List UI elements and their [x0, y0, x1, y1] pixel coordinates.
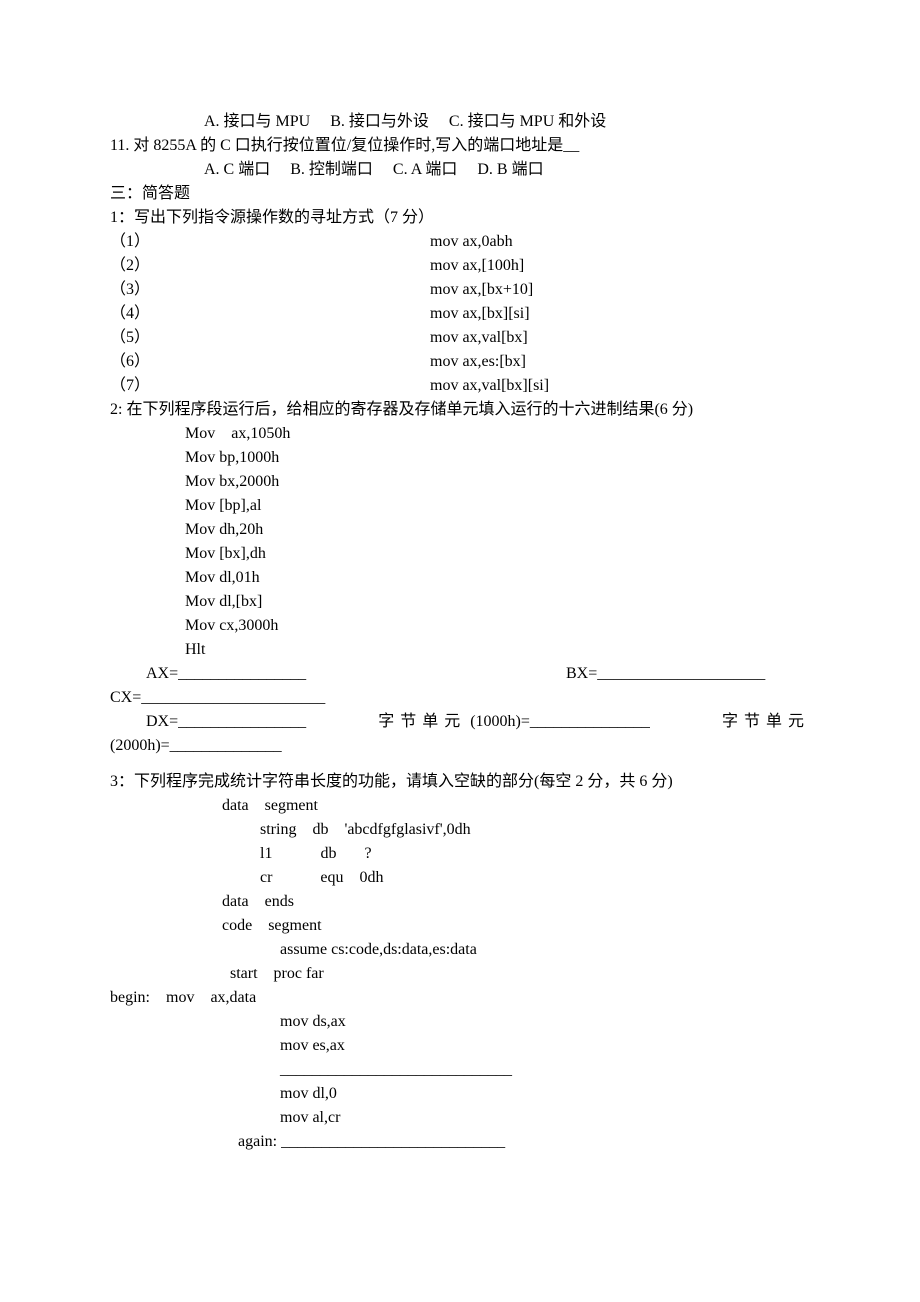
- q3-3-code-l11: mov es,ax: [110, 1034, 810, 1058]
- q3-2-ax: AX=________________: [110, 662, 566, 686]
- q3-3-code-l13: mov dl,0: [110, 1082, 810, 1106]
- q3-2-b2-pre: 字节单元: [722, 713, 810, 730]
- q3-1: 1：写出下列指令源操作数的寻址方式（7 分）: [110, 206, 810, 230]
- q3-2-b2-suf: (2000h)=______________: [110, 734, 810, 758]
- q3-2-code-l10: Hlt: [110, 638, 810, 662]
- q3-2-code-l3: Mov bx,2000h: [110, 470, 810, 494]
- q3-2: 2: 在下列程序段运行后，给相应的寄存器及存储单元填入运行的十六进制结果(6 分…: [110, 398, 810, 422]
- q3-1-row-7-right: mov ax,val[bx][si]: [430, 374, 810, 398]
- q3-1-row-1-left: （1）: [110, 230, 430, 254]
- q3-2-bx: BX=_____________________: [566, 662, 765, 686]
- q3-1-row-6: （6） mov ax,es:[bx]: [110, 350, 810, 374]
- q3-1-row-4-left: （4）: [110, 302, 430, 326]
- q3-3-code-l2: string db 'abcdfgfglasivf',0dh: [110, 818, 810, 842]
- q3-3-code-l15: again: ____________________________: [110, 1130, 810, 1154]
- q3-3-code-l5: data ends: [110, 890, 810, 914]
- q3-1-row-3: （3） mov ax,[bx+10]: [110, 278, 810, 302]
- q3-3-code-l4: cr equ 0dh: [110, 866, 810, 890]
- q3-1-row-1-right: mov ax,0abh: [430, 230, 810, 254]
- q3-2-b1-pre: 字节单元: [378, 713, 466, 730]
- q3-3-code-l14: mov al,cr: [110, 1106, 810, 1130]
- q3-1-row-4: （4） mov ax,[bx][si]: [110, 302, 810, 326]
- section3-heading: 三：简答题: [110, 182, 810, 206]
- q3-2-code-l4: Mov [bp],al: [110, 494, 810, 518]
- q3-2-code-l6: Mov [bx],dh: [110, 542, 810, 566]
- q3-2-cx: CX=_______________________: [110, 686, 810, 710]
- q3-3-code-l10: mov ds,ax: [110, 1010, 810, 1034]
- q3-1-row-7: （7） mov ax,val[bx][si]: [110, 374, 810, 398]
- q3-3-code-l1: data segment: [110, 794, 810, 818]
- q3-2-code-l2: Mov bp,1000h: [110, 446, 810, 470]
- q3-3-code-l3: l1 db ?: [110, 842, 810, 866]
- q3-3-code-l6: code segment: [110, 914, 810, 938]
- q3-2-dx-pre: DX=: [146, 713, 178, 730]
- q3-1-row-6-left: （6）: [110, 350, 430, 374]
- q3-1-row-3-left: （3）: [110, 278, 430, 302]
- q3-2-dx-suf: ________________: [178, 713, 306, 730]
- q3-1-row-2-left: （2）: [110, 254, 430, 278]
- q3-2-b1-suf: (1000h)=_______________: [470, 713, 650, 730]
- q3-1-row-5-left: （5）: [110, 326, 430, 350]
- q3-1-row-4-right: mov ax,[bx][si]: [430, 302, 810, 326]
- q3-3-code-l12: _____________________________: [110, 1058, 810, 1082]
- q3-1-row-6-right: mov ax,es:[bx]: [430, 350, 810, 374]
- q3-2-code-l8: Mov dl,[bx]: [110, 590, 810, 614]
- q11-options: A. C 端口 B. 控制端口 C. A 端口 D. B 端口: [110, 158, 810, 182]
- q3-1-row-7-left: （7）: [110, 374, 430, 398]
- q3-2-code-l7: Mov dl,01h: [110, 566, 810, 590]
- q3-2-code-l9: Mov cx,3000h: [110, 614, 810, 638]
- q3-2-ans-row1: AX=________________ BX=_________________…: [110, 662, 810, 686]
- q3-2-code-l1: Mov ax,1050h: [110, 422, 810, 446]
- q3-3: 3：下列程序完成统计字符串长度的功能，请填入空缺的部分(每空 2 分，共 6 分…: [110, 770, 810, 794]
- q3-1-row-5: （5） mov ax,val[bx]: [110, 326, 810, 350]
- q3-1-row-2: （2） mov ax,[100h]: [110, 254, 810, 278]
- q3-1-row-5-right: mov ax,val[bx]: [430, 326, 810, 350]
- q3-2-code-l5: Mov dh,20h: [110, 518, 810, 542]
- q3-1-row-2-right: mov ax,[100h]: [430, 254, 810, 278]
- q10-options: A. 接口与 MPU B. 接口与外设 C. 接口与 MPU 和外设: [110, 110, 810, 134]
- q3-1-row-3-right: mov ax,[bx+10]: [430, 278, 810, 302]
- q3-3-code-l8: start proc far: [110, 962, 810, 986]
- q3-3-code-l7: assume cs:code,ds:data,es:data: [110, 938, 810, 962]
- q3-1-row-1: （1） mov ax,0abh: [110, 230, 810, 254]
- q3-2-ans-row3: DX=________________ 字节单元 (1000h)=_______…: [110, 710, 810, 734]
- q3-3-code-l9: begin: mov ax,data: [110, 986, 810, 1010]
- q11: 11. 对 8255A 的 C 口执行按位置位/复位操作时,写入的端口地址是__: [110, 134, 810, 158]
